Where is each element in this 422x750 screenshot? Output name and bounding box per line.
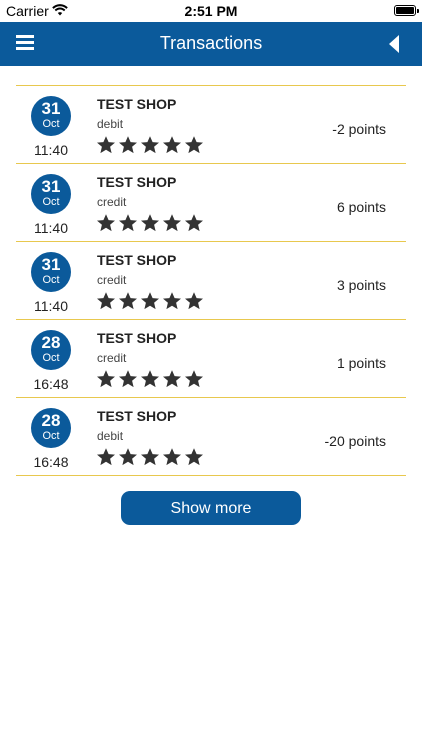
transaction-type: debit	[97, 429, 124, 443]
points-value: -2 points	[332, 121, 386, 137]
star-icon[interactable]	[118, 135, 138, 155]
star-icon[interactable]	[96, 135, 116, 155]
transaction-time: 16:48	[33, 376, 69, 392]
transaction-row[interactable]: 28 Oct 16:48 TEST SHOP debit -20 points	[16, 398, 406, 476]
star-icon[interactable]	[184, 213, 204, 233]
date-badge: 28 Oct	[31, 330, 71, 370]
star-rating[interactable]	[96, 213, 204, 235]
star-icon[interactable]	[162, 447, 182, 467]
transaction-row[interactable]: 31 Oct 11:40 TEST SHOP credit 6 points	[16, 164, 406, 242]
transaction-time: 11:40	[34, 220, 68, 236]
star-icon[interactable]	[96, 291, 116, 311]
date-month: Oct	[42, 274, 60, 286]
star-icon[interactable]	[184, 369, 204, 389]
transaction-row[interactable]: 31 Oct 11:40 TEST SHOP debit -2 points	[16, 86, 406, 164]
star-icon[interactable]	[118, 447, 138, 467]
star-rating[interactable]	[96, 291, 204, 313]
star-icon[interactable]	[184, 135, 204, 155]
star-icon[interactable]	[162, 213, 182, 233]
star-icon[interactable]	[118, 213, 138, 233]
date-badge: 31 Oct	[31, 174, 71, 214]
transaction-type: credit	[97, 273, 127, 287]
transaction-type: credit	[97, 195, 127, 209]
shop-name: TEST SHOP	[97, 174, 177, 190]
star-icon[interactable]	[184, 447, 204, 467]
battery-icon	[394, 5, 419, 16]
star-icon[interactable]	[184, 291, 204, 311]
transaction-row[interactable]: 28 Oct 16:48 TEST SHOP credit 1 points	[16, 320, 406, 398]
shop-name: TEST SHOP	[97, 330, 177, 346]
star-icon[interactable]	[96, 369, 116, 389]
shop-name: TEST SHOP	[97, 96, 177, 112]
points-value: 3 points	[336, 277, 386, 293]
points-value: -20 points	[324, 433, 386, 449]
star-icon[interactable]	[96, 213, 116, 233]
date-day: 28	[41, 333, 61, 352]
date-day: 31	[41, 255, 61, 274]
date-month: Oct	[42, 352, 60, 364]
star-icon[interactable]	[96, 447, 116, 467]
date-month: Oct	[42, 118, 60, 130]
shop-name: TEST SHOP	[97, 408, 177, 424]
date-month: Oct	[42, 196, 60, 208]
date-day: 28	[41, 411, 61, 430]
status-bar: Carrier 2:51 PM	[0, 0, 422, 22]
page-title: Transactions	[159, 33, 263, 53]
date-badge: 28 Oct	[31, 408, 71, 448]
date-month: Oct	[42, 430, 60, 442]
status-time: 2:51 PM	[184, 3, 238, 19]
date-badge: 31 Oct	[31, 252, 71, 292]
star-rating[interactable]	[96, 135, 204, 157]
star-icon[interactable]	[140, 291, 160, 311]
back-arrow-icon[interactable]	[388, 34, 400, 54]
star-icon[interactable]	[162, 291, 182, 311]
transaction-time: 16:48	[33, 454, 69, 470]
star-icon[interactable]	[162, 369, 182, 389]
date-day: 31	[41, 177, 61, 196]
navigation-bar: Transactions	[0, 22, 422, 66]
transaction-row[interactable]: 31 Oct 11:40 TEST SHOP credit 3 points	[16, 242, 406, 320]
star-icon[interactable]	[140, 135, 160, 155]
date-day: 31	[41, 99, 61, 118]
star-icon[interactable]	[140, 447, 160, 467]
transaction-type: credit	[97, 351, 127, 365]
star-icon[interactable]	[118, 369, 138, 389]
star-icon[interactable]	[118, 291, 138, 311]
star-rating[interactable]	[96, 447, 204, 469]
transactions-list: 31 Oct 11:40 TEST SHOP debit -2 points 3…	[16, 85, 406, 476]
transaction-type: debit	[97, 117, 124, 131]
star-icon[interactable]	[162, 135, 182, 155]
show-more-button[interactable]: Show more	[121, 491, 301, 525]
points-value: 1 points	[336, 355, 386, 371]
shop-name: TEST SHOP	[97, 252, 177, 268]
star-icon[interactable]	[140, 213, 160, 233]
transaction-time: 11:40	[34, 298, 68, 314]
star-icon[interactable]	[140, 369, 160, 389]
star-rating[interactable]	[96, 369, 204, 391]
date-badge: 31 Oct	[31, 96, 71, 136]
transaction-time: 11:40	[34, 142, 68, 158]
points-value: 6 points	[336, 199, 386, 215]
